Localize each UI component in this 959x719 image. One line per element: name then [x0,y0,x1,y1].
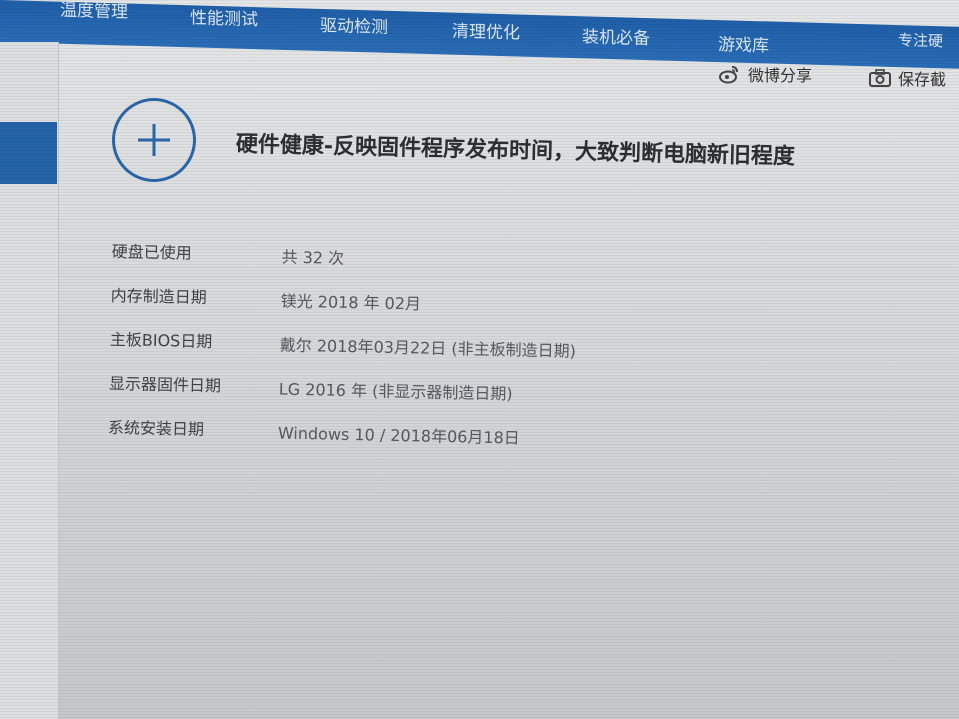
info-value: 戴尔 2018年03月22日 (非主板制造日期) [279,335,577,361]
info-value: 共 32 次 [281,247,345,268]
info-row-monitor: 显示器固件日期 LG 2016 年 (非显示器制造日期) [108,370,513,414]
info-label: 内存制造日期 [110,285,207,307]
info-label: 显示器固件日期 [108,373,222,396]
nav-item-essentials[interactable]: 装机必备 [582,22,650,49]
info-label: 系统安装日期 [107,417,205,439]
app-window: 温度管理 性能测试 驱动检测 清理优化 装机必备 游戏库 专注硬 微博分享 保存… [0,0,959,719]
page-title: 硬件健康-反映固件程序发布时间，大致判断电脑新旧程度 [235,132,796,170]
info-row-os: 系统安装日期 Windows 10 / 2018年06月18日 [107,414,520,458]
camera-icon [868,68,891,88]
top-navigation: 温度管理 性能测试 驱动检测 清理优化 装机必备 游戏库 专注硬 [0,0,959,69]
info-label: 硬盘已使用 [111,241,192,263]
nav-item-performance[interactable]: 性能测试 [190,3,258,30]
save-screenshot-label: 保存截 [898,70,947,89]
weibo-share-button[interactable]: 微博分享 [718,62,812,86]
nav-item-games[interactable]: 游戏库 [718,30,769,56]
info-label: 主板BIOS日期 [109,329,213,352]
nav-item-driver[interactable]: 驱动检测 [320,11,388,38]
hardware-health-table: 硬盘已使用 共 32 次 内存制造日期 镁光 2018 年 02月 主板BIOS… [107,238,576,458]
weibo-share-label: 微博分享 [748,66,813,85]
info-row-bios: 主板BIOS日期 戴尔 2018年03月22日 (非主板制造日期) [109,326,576,370]
info-value: 镁光 2018 年 02月 [280,291,422,314]
info-row-memory: 内存制造日期 镁光 2018 年 02月 [110,282,422,326]
plus-circle-icon [112,98,196,182]
save-screenshot-button[interactable]: 保存截 [868,66,946,90]
weibo-icon [718,64,740,84]
sidebar [0,42,59,719]
nav-item-cleanup[interactable]: 清理优化 [452,17,520,44]
sidebar-item-active[interactable] [0,122,57,184]
nav-item-more[interactable]: 专注硬 [898,29,943,51]
info-row-disk: 硬盘已使用 共 32 次 [111,238,345,282]
info-value: LG 2016 年 (非显示器制造日期) [278,379,513,404]
info-value: Windows 10 / 2018年06月18日 [277,423,520,448]
nav-item-temperature[interactable]: 温度管理 [60,0,128,23]
